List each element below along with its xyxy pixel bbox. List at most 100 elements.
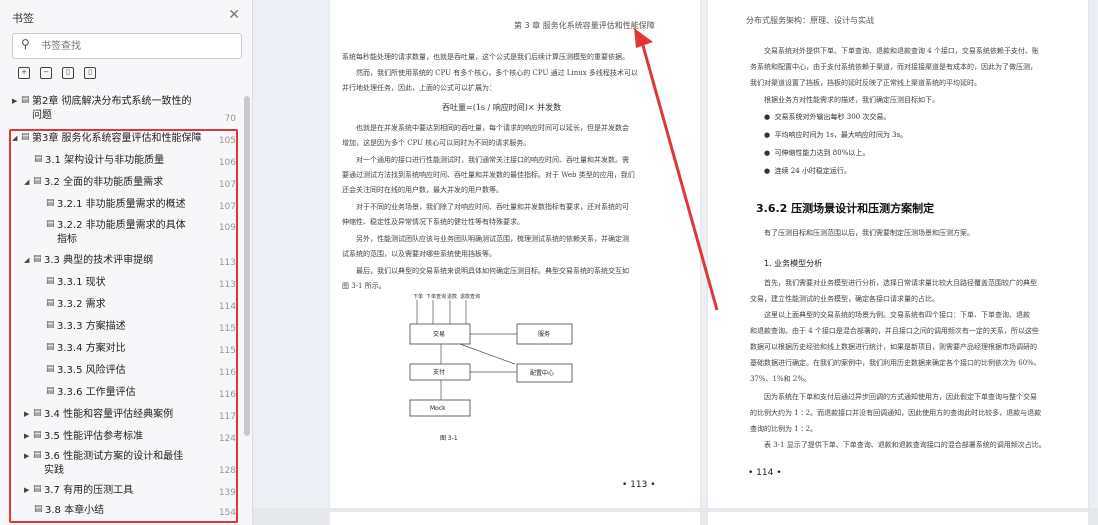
formula: 吞吐量=(1s / 响应时间)× 并发数 [442,103,562,112]
bookmark-page: 124 [218,434,236,444]
bookmark-icon[interactable]: ▯ [84,67,96,79]
expand-arrow-icon[interactable]: ▶ [24,408,33,422]
text-line: 伸缩性、稳定性及异常情况下系统的健壮性等有特殊要求。 [342,218,524,226]
bookmark-label: 3.2 全面的非功能质量需求 [44,177,164,188]
collapse-arrow-icon[interactable]: ◢ [12,132,21,146]
bookmark-label: 3.2.2 非功能质量需求的具体指标 [57,220,186,245]
system-diagram: 下单 下单查询 退款 退款查询 交易 服务 支付 配置中心 Mock 图 3-1 [409,293,573,442]
text-line: 表 3-1 显示了提供下单、下单查询、退款和退款查询接口的混合部署系统的调用频次… [764,441,1046,449]
text-line: 系统每秒能处理的请求数量，也就是吞吐量，这个公式是我们后续计算压测模型的重要依据… [342,53,629,61]
bookmark-item-3-4[interactable]: ▶ ▤ 3.4 性能和容量评估经典案例 [24,408,173,422]
text-line: 图 3-1 所示。 [342,282,386,290]
bookmark-label: 3.3.5 风险评估 [57,365,126,376]
bookmark-item-icon: ▤ [33,450,42,460]
bookmark-label: 3.3 典型的技术评审提纲 [44,255,154,266]
text-line: 因为系统在下单和支付后通过异步回调的方式通知使用方，因此假定下单查询与整个交易 [764,393,1037,401]
bookmark-item-ch2[interactable]: ▶ ▤ 第2章 彻底解决分布式系统一致性的问题 [12,95,217,123]
bookmark-item-icon: ▤ [46,342,55,352]
text-line: 最后，我们以典型的交易系统来说明具体如何确定压测目标。典型交易系统的系统交互如 [356,267,629,275]
bookmark-item-3-3-3[interactable]: ▤ 3.3.3 方案描述 [46,320,126,334]
bullet-item: ● 连续 24 小时稳定运行。 [764,167,851,175]
text-line: 首先，我们需要对业务模型进行分析，选择日常请求量比较大且路径覆盖范围较广的典型 [764,279,1037,287]
bookmark-item-3-3-4[interactable]: ▤ 3.3.4 方案对比 [46,342,126,356]
bookmark-item-icon: ▤ [33,430,42,440]
diagram-box-label: 服务 [538,330,550,338]
bookmark-page: 70 [224,114,236,124]
expand-arrow-icon[interactable]: ▶ [24,450,33,478]
text-line: 然而，我们所使用系统的 CPU 有多个核心，多个核心的 CPU 通过 Linux… [356,69,638,77]
text-line: 并行地处理任务，因此，上面的公式可以扩展为： [342,84,496,92]
bookmark-item-icon: ▤ [21,132,30,142]
bookmark-item-icon: ▤ [46,364,55,374]
bookmark-item-3-3-5[interactable]: ▤ 3.3.5 风险评估 [46,364,126,378]
bookmark-label: 3.3.6 工作量评估 [57,387,136,398]
diagram-box-label: 支付 [433,368,445,376]
collapse-arrow-icon[interactable]: ◢ [24,176,33,190]
bookmark-item-icon: ▤ [46,320,55,330]
expand-arrow-icon[interactable]: ▶ [24,430,33,444]
bookmark-item-3-3-6[interactable]: ▤ 3.3.6 工作量评估 [46,386,136,400]
bookmark-page: 105 [218,136,236,146]
search-input[interactable] [39,36,233,56]
expand-arrow-icon[interactable]: ▶ [12,95,21,123]
page-header: 分布式服务架构：原理、设计与实战 [746,16,874,25]
bookmark-label: 3.5 性能评估参考标准 [44,431,144,442]
text-line: 我们对渠道设置了挡板，挡板的延时反映了正常线上渠道系统的平均延时。 [750,79,981,87]
bookmark-item-3-1[interactable]: ▤ 3.1 架构设计与非功能质量 [34,154,164,168]
text-line: 对于不同的业务场景，我们除了对响应时间、吞吐量和并发数指标有要求，还对系统的可 [356,203,629,211]
bookmark-item-3-3-2[interactable]: ▤ 3.3.2 需求 [46,298,106,312]
bookmark-item-3-6[interactable]: ▶ ▤ 3.6 性能测试方案的设计和最佳实践 [24,450,194,478]
next-page-115 [330,512,700,525]
bookmark-page: 114 [218,302,236,312]
bookmark-item-ch3[interactable]: ◢ ▤ 第3章 服务化系统容量评估和性能保障 [12,132,202,146]
text-line: 务系统和配置中心，由于支付系统依赖于渠道，而对接接渠道是有成本的，因此为了做压测… [750,63,1037,71]
bookmark-item-3-2-2[interactable]: ▤ 3.2.2 非功能质量需求的具体指标 [46,219,196,247]
bookmark-page: 154 [218,508,236,518]
panel-title: 书签 [12,12,34,25]
bookmark-panel: 书签 ✕ ⚲ + − ▯ ▯ ▶▤ 第2章 彻底解决分布式系统一致性的问题 70… [0,0,253,525]
bookmark-label: 第3章 服务化系统容量评估和性能保障 [32,133,202,144]
text-line: 的比例大约为 1∶2。而退款接口并没有回调通知，因此使用方的查询此时比较多，退款… [750,409,1042,417]
bookmark-page: 128 [218,466,236,476]
expand-all-icon[interactable]: + [18,67,30,79]
bookmark-item-3-5[interactable]: ▶ ▤ 3.5 性能评估参考标准 [24,430,143,444]
text-line: 37%、1%和 2%。 [750,375,811,383]
next-page-116 [708,512,1088,525]
bookmark-label: 3.8 本章小结 [45,505,105,516]
bookmark-item-icon: ▤ [46,219,55,229]
bookmark-page: 139 [218,488,236,498]
bookmark-item-3-2[interactable]: ◢ ▤ 3.2 全面的非功能质量需求 [24,176,163,190]
bookmark-search[interactable]: ⚲ [12,33,242,59]
bookmark-item-3-3-1[interactable]: ▤ 3.3.1 现状 [46,276,106,290]
bookmark-label: 第2章 彻底解决分布式系统一致性的问题 [32,96,192,121]
bookmark-label: 3.2.1 非功能质量需求的概述 [57,199,186,210]
bullet-item: ● 平均响应时间为 1s，最大响应时间为 3s。 [764,131,908,139]
text-line: 对一个通用的接口进行性能测试时，我们通常关注接口的响应时间、吞吐量和并发数。需 [356,156,629,164]
diagram-label: 退款 [447,293,457,300]
bookmark-item-icon: ▤ [34,504,43,514]
bookmark-label: 3.3.1 现状 [57,277,106,288]
diagram-label: 下单 [413,293,423,300]
text-line: 交易系统对外提供下单、下单查询、退款和退款查询 4 个接口，交易系统依赖于支付、… [764,47,1039,55]
bookmark-page: 107 [218,180,236,190]
bookmark-item-3-7[interactable]: ▶ ▤ 3.7 有用的压测工具 [24,484,133,498]
collapse-all-icon[interactable]: − [40,67,52,79]
bookmark-item-3-2-1[interactable]: ▤ 3.2.1 非功能质量需求的概述 [46,198,186,212]
sidebar-scrollbar[interactable] [244,96,250,436]
text-line: 数据可以根据历史经验和线上数据进行统计，如果是新项目，则需要产品经理根据市场调研… [750,343,1037,351]
bookmark-item-3-8[interactable]: ▤ 3.8 本章小结 [34,504,104,518]
bookmark-item-icon: ▤ [21,95,30,105]
bookmark-item-3-3[interactable]: ◢ ▤ 3.3 典型的技术评审提纲 [24,254,153,268]
expand-arrow-icon[interactable]: ▶ [24,484,33,498]
collapse-arrow-icon[interactable]: ◢ [24,254,33,268]
add-bookmark-icon[interactable]: ▯ [62,67,74,79]
text-line: 增加，这是因为多个 CPU 核心可以同时为不同的请求服务。 [342,139,531,147]
close-icon[interactable]: ✕ [228,7,240,23]
text-line: 要通过测试方法找到系统响应时间、吞吐量和并发数的最佳指标。对于 Web 类型的应… [342,171,635,179]
search-icon: ⚲ [21,37,30,51]
text-line: 交易，建立性能测试的业务模型，确定各接口请求量的占比。 [750,295,939,303]
bookmark-page: 116 [218,390,236,400]
bookmark-item-icon: ▤ [46,386,55,396]
page-number: • 114 • [748,468,782,478]
text-line: 查询的比例为 1∶2。 [750,425,818,433]
